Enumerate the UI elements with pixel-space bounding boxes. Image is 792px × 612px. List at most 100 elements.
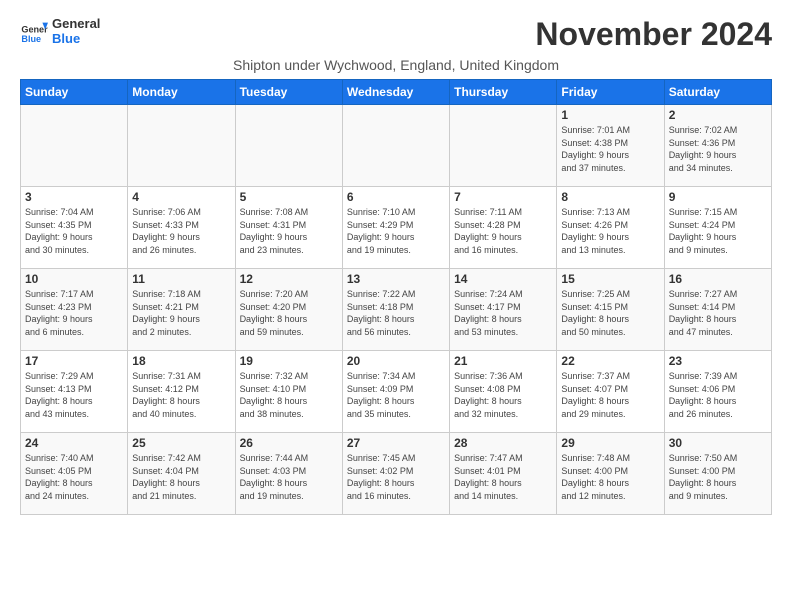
weekday-header-sunday: Sunday <box>21 80 128 105</box>
weekday-header-monday: Monday <box>128 80 235 105</box>
logo-text: General Blue <box>52 16 100 46</box>
day-info: Sunrise: 7:22 AM Sunset: 4:18 PM Dayligh… <box>347 288 445 338</box>
day-number: 19 <box>240 354 338 368</box>
weekday-header-wednesday: Wednesday <box>342 80 449 105</box>
day-number: 9 <box>669 190 767 204</box>
day-number: 17 <box>25 354 123 368</box>
calendar-cell: 1Sunrise: 7:01 AM Sunset: 4:38 PM Daylig… <box>557 105 664 187</box>
calendar-cell: 7 Sunrise: 7:11 AM Sunset: 4:28 PM Daylig… <box>450 187 557 269</box>
svg-text:Blue: Blue <box>21 34 41 44</box>
day-number: 21 <box>454 354 552 368</box>
header: General Blue General Blue November 2024 <box>20 16 772 53</box>
day-info: Sunrise: 7:47 AM Sunset: 4:01 PM Dayligh… <box>454 452 552 502</box>
day-info: Sunrise: 7:25 AM Sunset: 4:15 PM Dayligh… <box>561 288 659 338</box>
day-info: Sunrise: 7:18 AM Sunset: 4:21 PM Dayligh… <box>132 288 230 338</box>
calendar-cell: 14 Sunrise: 7:24 AM Sunset: 4:17 PM Dayli… <box>450 269 557 351</box>
day-info: Sunrise: 7:29 AM Sunset: 4:13 PM Dayligh… <box>25 370 123 420</box>
day-info: Sunrise: 7:06 AM Sunset: 4:33 PM Dayligh… <box>132 206 230 256</box>
day-info: Sunrise: 7:10 AM Sunset: 4:29 PM Dayligh… <box>347 206 445 256</box>
weekday-header-tuesday: Tuesday <box>235 80 342 105</box>
calendar-cell <box>128 105 235 187</box>
calendar-cell: 20 Sunrise: 7:34 AM Sunset: 4:09 PM Dayli… <box>342 351 449 433</box>
day-number: 28 <box>454 436 552 450</box>
day-info: Sunrise: 7:11 AM Sunset: 4:28 PM Dayligh… <box>454 206 552 256</box>
day-info: Sunrise: 7:36 AM Sunset: 4:08 PM Dayligh… <box>454 370 552 420</box>
day-info: Sunrise: 7:44 AM Sunset: 4:03 PM Dayligh… <box>240 452 338 502</box>
calendar-week-2: 3Sunrise: 7:04 AM Sunset: 4:35 PM Daylig… <box>21 187 772 269</box>
day-info: Sunrise: 7:48 AM Sunset: 4:00 PM Dayligh… <box>561 452 659 502</box>
day-number: 23 <box>669 354 767 368</box>
calendar-cell: 8 Sunrise: 7:13 AM Sunset: 4:26 PM Daylig… <box>557 187 664 269</box>
day-info: Sunrise: 7:15 AM Sunset: 4:24 PM Dayligh… <box>669 206 767 256</box>
calendar-cell: 28 Sunrise: 7:47 AM Sunset: 4:01 PM Dayli… <box>450 433 557 515</box>
day-number: 20 <box>347 354 445 368</box>
page: General Blue General Blue November 2024 … <box>0 0 792 525</box>
day-info: Sunrise: 7:50 AM Sunset: 4:00 PM Dayligh… <box>669 452 767 502</box>
calendar-cell: 26 Sunrise: 7:44 AM Sunset: 4:03 PM Dayli… <box>235 433 342 515</box>
calendar-cell: 4 Sunrise: 7:06 AM Sunset: 4:33 PM Daylig… <box>128 187 235 269</box>
day-number: 26 <box>240 436 338 450</box>
day-number: 29 <box>561 436 659 450</box>
weekday-header-friday: Friday <box>557 80 664 105</box>
day-number: 14 <box>454 272 552 286</box>
day-number: 3 <box>25 190 123 204</box>
calendar-cell: 19 Sunrise: 7:32 AM Sunset: 4:10 PM Dayli… <box>235 351 342 433</box>
day-number: 15 <box>561 272 659 286</box>
calendar-week-3: 10 Sunrise: 7:17 AM Sunset: 4:23 PM Dayli… <box>21 269 772 351</box>
day-number: 7 <box>454 190 552 204</box>
calendar-cell: 23 Sunrise: 7:39 AM Sunset: 4:06 PM Dayli… <box>664 351 771 433</box>
day-number: 4 <box>132 190 230 204</box>
day-info: Sunrise: 7:13 AM Sunset: 4:26 PM Dayligh… <box>561 206 659 256</box>
calendar-cell: 24Sunrise: 7:40 AM Sunset: 4:05 PM Dayli… <box>21 433 128 515</box>
day-info: Sunrise: 7:02 AM Sunset: 4:36 PM Dayligh… <box>669 124 767 174</box>
calendar-cell: 9 Sunrise: 7:15 AM Sunset: 4:24 PM Daylig… <box>664 187 771 269</box>
calendar-cell: 22 Sunrise: 7:37 AM Sunset: 4:07 PM Dayli… <box>557 351 664 433</box>
day-info: Sunrise: 7:08 AM Sunset: 4:31 PM Dayligh… <box>240 206 338 256</box>
weekday-header-saturday: Saturday <box>664 80 771 105</box>
day-number: 6 <box>347 190 445 204</box>
weekday-header-row: SundayMondayTuesdayWednesdayThursdayFrid… <box>21 80 772 105</box>
calendar-cell: 25Sunrise: 7:42 AM Sunset: 4:04 PM Dayli… <box>128 433 235 515</box>
day-number: 30 <box>669 436 767 450</box>
day-number: 1 <box>561 108 659 122</box>
day-info: Sunrise: 7:39 AM Sunset: 4:06 PM Dayligh… <box>669 370 767 420</box>
calendar-cell: 2 Sunrise: 7:02 AM Sunset: 4:36 PM Daylig… <box>664 105 771 187</box>
day-info: Sunrise: 7:34 AM Sunset: 4:09 PM Dayligh… <box>347 370 445 420</box>
day-number: 10 <box>25 272 123 286</box>
day-number: 5 <box>240 190 338 204</box>
day-info: Sunrise: 7:31 AM Sunset: 4:12 PM Dayligh… <box>132 370 230 420</box>
calendar-cell: 18 Sunrise: 7:31 AM Sunset: 4:12 PM Dayli… <box>128 351 235 433</box>
day-info: Sunrise: 7:24 AM Sunset: 4:17 PM Dayligh… <box>454 288 552 338</box>
logo: General Blue General Blue <box>20 16 100 46</box>
day-info: Sunrise: 7:27 AM Sunset: 4:14 PM Dayligh… <box>669 288 767 338</box>
day-number: 8 <box>561 190 659 204</box>
calendar-cell: 13Sunrise: 7:22 AM Sunset: 4:18 PM Dayli… <box>342 269 449 351</box>
calendar-cell <box>21 105 128 187</box>
title-block: November 2024 <box>535 16 772 53</box>
calendar-cell: 27 Sunrise: 7:45 AM Sunset: 4:02 PM Dayli… <box>342 433 449 515</box>
day-info: Sunrise: 7:45 AM Sunset: 4:02 PM Dayligh… <box>347 452 445 502</box>
day-number: 16 <box>669 272 767 286</box>
day-info: Sunrise: 7:32 AM Sunset: 4:10 PM Dayligh… <box>240 370 338 420</box>
month-title: November 2024 <box>535 16 772 53</box>
day-number: 22 <box>561 354 659 368</box>
calendar-cell <box>450 105 557 187</box>
calendar-cell: 15 Sunrise: 7:25 AM Sunset: 4:15 PM Dayli… <box>557 269 664 351</box>
subtitle: Shipton under Wychwood, England, United … <box>20 57 772 73</box>
calendar-cell: 17 Sunrise: 7:29 AM Sunset: 4:13 PM Dayli… <box>21 351 128 433</box>
day-info: Sunrise: 7:17 AM Sunset: 4:23 PM Dayligh… <box>25 288 123 338</box>
day-number: 25 <box>132 436 230 450</box>
day-number: 27 <box>347 436 445 450</box>
logo-icon: General Blue <box>20 17 48 45</box>
calendar-cell: 6 Sunrise: 7:10 AM Sunset: 4:29 PM Daylig… <box>342 187 449 269</box>
day-number: 24 <box>25 436 123 450</box>
calendar-cell: 10 Sunrise: 7:17 AM Sunset: 4:23 PM Dayli… <box>21 269 128 351</box>
day-number: 2 <box>669 108 767 122</box>
calendar-cell: 5 Sunrise: 7:08 AM Sunset: 4:31 PM Daylig… <box>235 187 342 269</box>
day-number: 11 <box>132 272 230 286</box>
day-info: Sunrise: 7:37 AM Sunset: 4:07 PM Dayligh… <box>561 370 659 420</box>
day-number: 18 <box>132 354 230 368</box>
calendar-cell: 30 Sunrise: 7:50 AM Sunset: 4:00 PM Dayli… <box>664 433 771 515</box>
calendar-week-5: 24Sunrise: 7:40 AM Sunset: 4:05 PM Dayli… <box>21 433 772 515</box>
day-info: Sunrise: 7:20 AM Sunset: 4:20 PM Dayligh… <box>240 288 338 338</box>
